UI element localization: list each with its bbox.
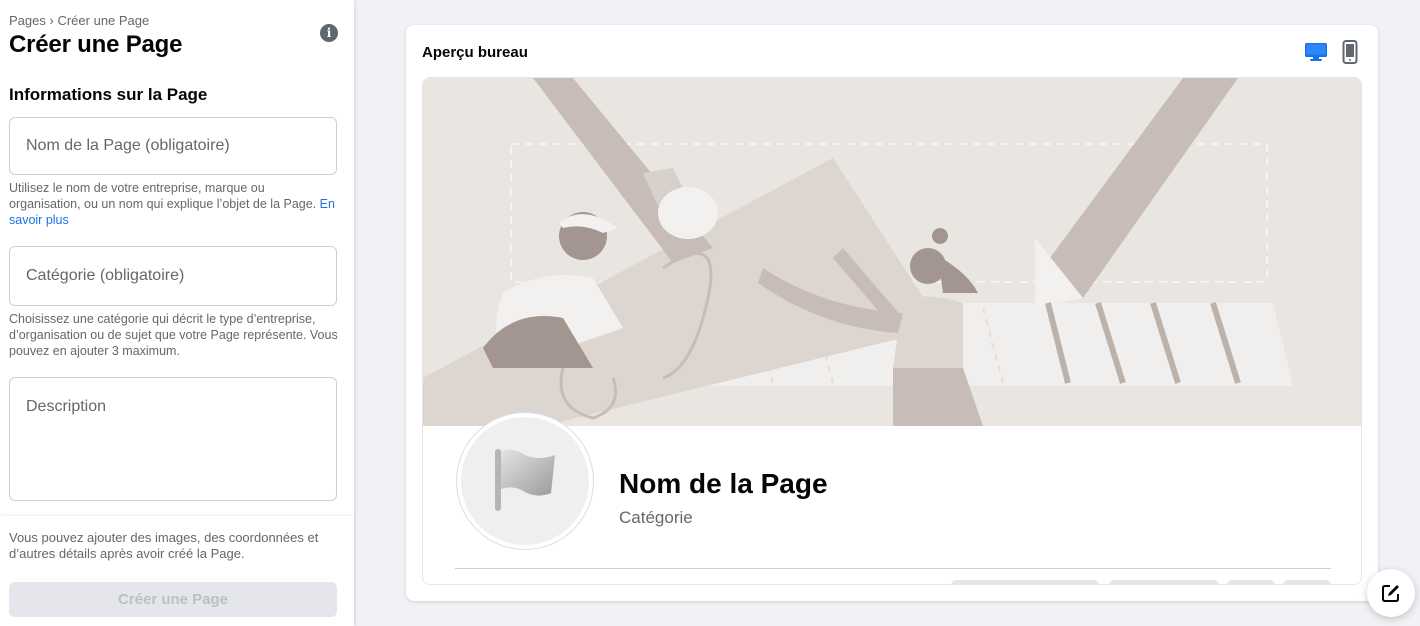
preview-title: Aperçu bureau [422, 44, 528, 61]
page-name-input[interactable]: Nom de la Page (obligatoire) [9, 117, 337, 175]
preview-card: Aperçu bureau Nom de la Page Catégorie [406, 25, 1378, 601]
description-placeholder: Description [26, 398, 107, 415]
preview-page-name: Nom de la Page [619, 468, 828, 499]
section-title: Informations sur la Page [9, 85, 208, 104]
category-input[interactable]: Catégorie (obligatoire) [9, 246, 337, 306]
flag-icon [495, 449, 555, 511]
breadcrumb: Pages › Créer une Page [9, 13, 149, 28]
cover-illustration [423, 78, 1361, 426]
page-preview-mockup: Nom de la Page Catégorie [422, 77, 1362, 585]
create-page-panel: Pages › Créer une Page Créer une Page i … [0, 0, 354, 626]
preview-divider [455, 568, 1331, 569]
page-name-help: Utilisez le nom de votre entreprise, mar… [9, 180, 339, 228]
cover-artwork [423, 78, 1361, 426]
preview-action-placeholder [1109, 580, 1219, 584]
compose-icon [1382, 585, 1399, 602]
preview-action-placeholder [1227, 580, 1275, 584]
breadcrumb-separator: › [49, 13, 54, 28]
page-name-placeholder: Nom de la Page (obligatoire) [26, 137, 230, 154]
compose-button[interactable] [1367, 569, 1415, 617]
mobile-phone-icon[interactable] [1342, 40, 1358, 64]
page-title: Créer une Page [9, 31, 183, 58]
preview-action-placeholder [1283, 580, 1331, 584]
preview-action-placeholder [951, 580, 1099, 584]
breadcrumb-pages-link[interactable]: Pages [9, 13, 46, 28]
profile-avatar [457, 413, 593, 549]
category-help: Choisissez une catégorie qui décrit le t… [9, 312, 338, 358]
description-textarea[interactable]: Description [9, 377, 337, 501]
create-page-button[interactable]: Créer une Page [9, 582, 337, 617]
desktop-monitor-icon[interactable] [1304, 42, 1328, 62]
page-name-help-text: Utilisez le nom de votre entreprise, mar… [9, 181, 317, 211]
footer-note: Vous pouvez ajouter des images, des coor… [9, 530, 319, 561]
info-icon[interactable]: i [320, 24, 338, 42]
breadcrumb-current: Créer une Page [57, 13, 150, 28]
panel-footer: Vous pouvez ajouter des images, des coor… [0, 516, 354, 626]
preview-page-category: Catégorie [619, 508, 693, 527]
category-placeholder: Catégorie (obligatoire) [26, 267, 185, 284]
